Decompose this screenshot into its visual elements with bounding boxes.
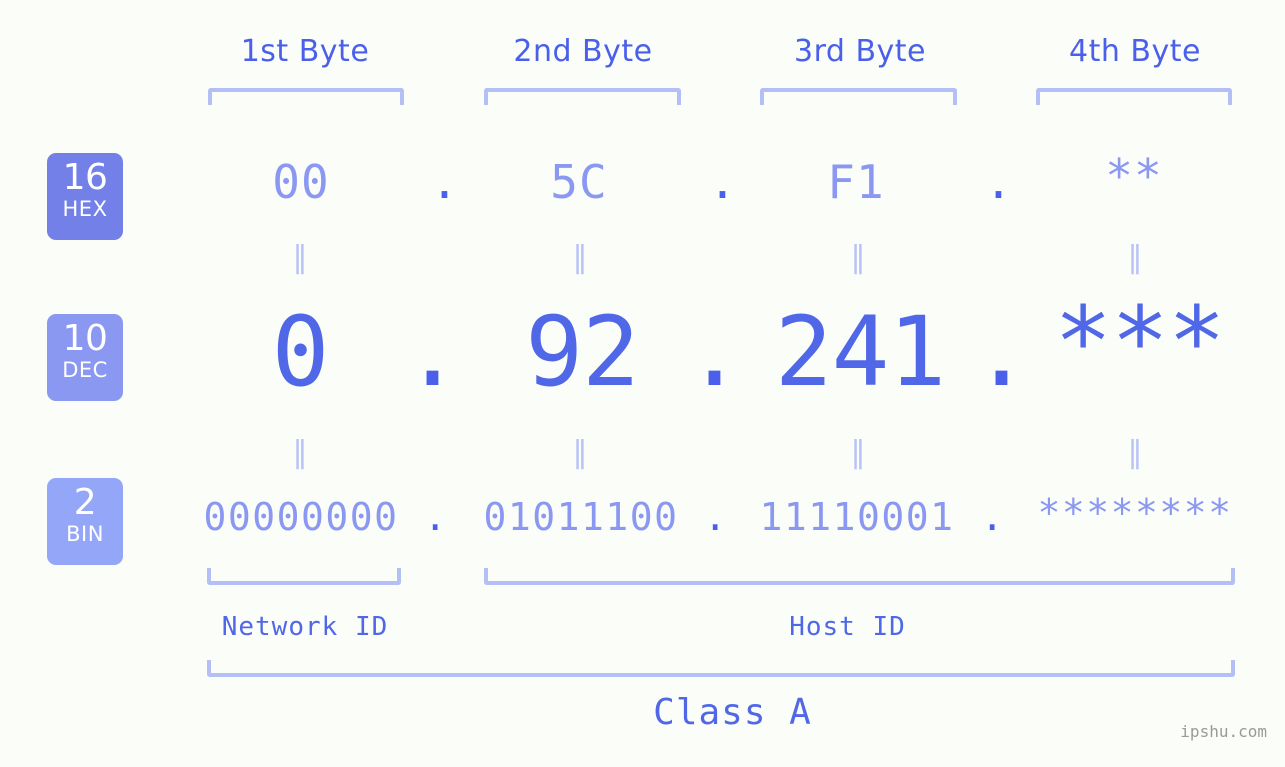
dec-byte-4: *** — [1054, 286, 1225, 398]
dec-separator-2: . — [685, 296, 744, 408]
byte-bracket-3 — [760, 88, 957, 105]
byte-bracket-2 — [484, 88, 681, 105]
equals-bar-dec-bin-4: ‖ — [1127, 435, 1143, 470]
base-badge-bin-label: BIN — [66, 522, 104, 546]
byte-bracket-1 — [208, 88, 404, 105]
bin-separator-2: . — [703, 495, 729, 539]
equals-bar-dec-bin-3: ‖ — [850, 435, 866, 470]
byte-header-3: 3rd Byte — [793, 34, 927, 69]
hex-byte-3: F1 — [827, 155, 885, 209]
base-badge-bin[interactable]: 2 BIN — [47, 478, 123, 565]
host-id-bracket — [484, 568, 1235, 585]
byte-header-2: 2nd Byte — [513, 34, 653, 69]
base-badge-hex-number: 16 — [62, 157, 108, 198]
equals-bar-hex-dec-2: ‖ — [572, 240, 588, 275]
ip-breakdown-diagram: 1st Byte 2nd Byte 3rd Byte 4th Byte 16 H… — [0, 0, 1285, 767]
bin-separator-3: . — [980, 495, 1006, 539]
byte-header-4: 4th Byte — [1069, 34, 1201, 69]
dec-byte-2: 92 — [525, 296, 640, 408]
hex-separator-3: . — [984, 155, 1014, 209]
dec-byte-3: 241 — [774, 296, 946, 408]
bin-byte-3: 11110001 — [759, 495, 955, 539]
network-id-bracket — [207, 568, 401, 585]
site-watermark: ipshu.com — [1180, 722, 1267, 741]
base-badge-dec[interactable]: 10 DEC — [47, 314, 123, 401]
equals-bar-hex-dec-1: ‖ — [292, 240, 308, 275]
hex-byte-4: ** — [1105, 149, 1163, 203]
network-id-label: Network ID — [221, 612, 389, 642]
class-label: Class A — [653, 692, 812, 733]
equals-bar-hex-dec-4: ‖ — [1127, 240, 1143, 275]
byte-header-1: 1st Byte — [240, 34, 370, 69]
base-badge-hex-label: HEX — [62, 197, 108, 221]
equals-bar-dec-bin-2: ‖ — [572, 435, 588, 470]
host-id-label: Host ID — [789, 612, 906, 642]
bin-byte-1: 00000000 — [203, 495, 399, 539]
bin-separator-1: . — [423, 495, 449, 539]
base-badge-bin-number: 2 — [73, 482, 97, 523]
dec-byte-1: 0 — [271, 296, 330, 408]
base-badge-dec-label: DEC — [62, 358, 108, 382]
class-bracket — [207, 660, 1235, 677]
bin-byte-4: ******** — [1037, 491, 1233, 535]
base-badge-hex[interactable]: 16 HEX — [47, 153, 123, 240]
equals-bar-hex-dec-3: ‖ — [850, 240, 866, 275]
base-badge-dec-number: 10 — [62, 318, 108, 359]
bin-byte-2: 01011100 — [483, 495, 679, 539]
equals-bar-dec-bin-1: ‖ — [292, 435, 308, 470]
hex-byte-2: 5C — [550, 155, 608, 209]
hex-separator-1: . — [430, 155, 460, 209]
dec-separator-1: . — [403, 296, 462, 408]
byte-bracket-4 — [1036, 88, 1232, 105]
hex-byte-1: 00 — [272, 155, 330, 209]
